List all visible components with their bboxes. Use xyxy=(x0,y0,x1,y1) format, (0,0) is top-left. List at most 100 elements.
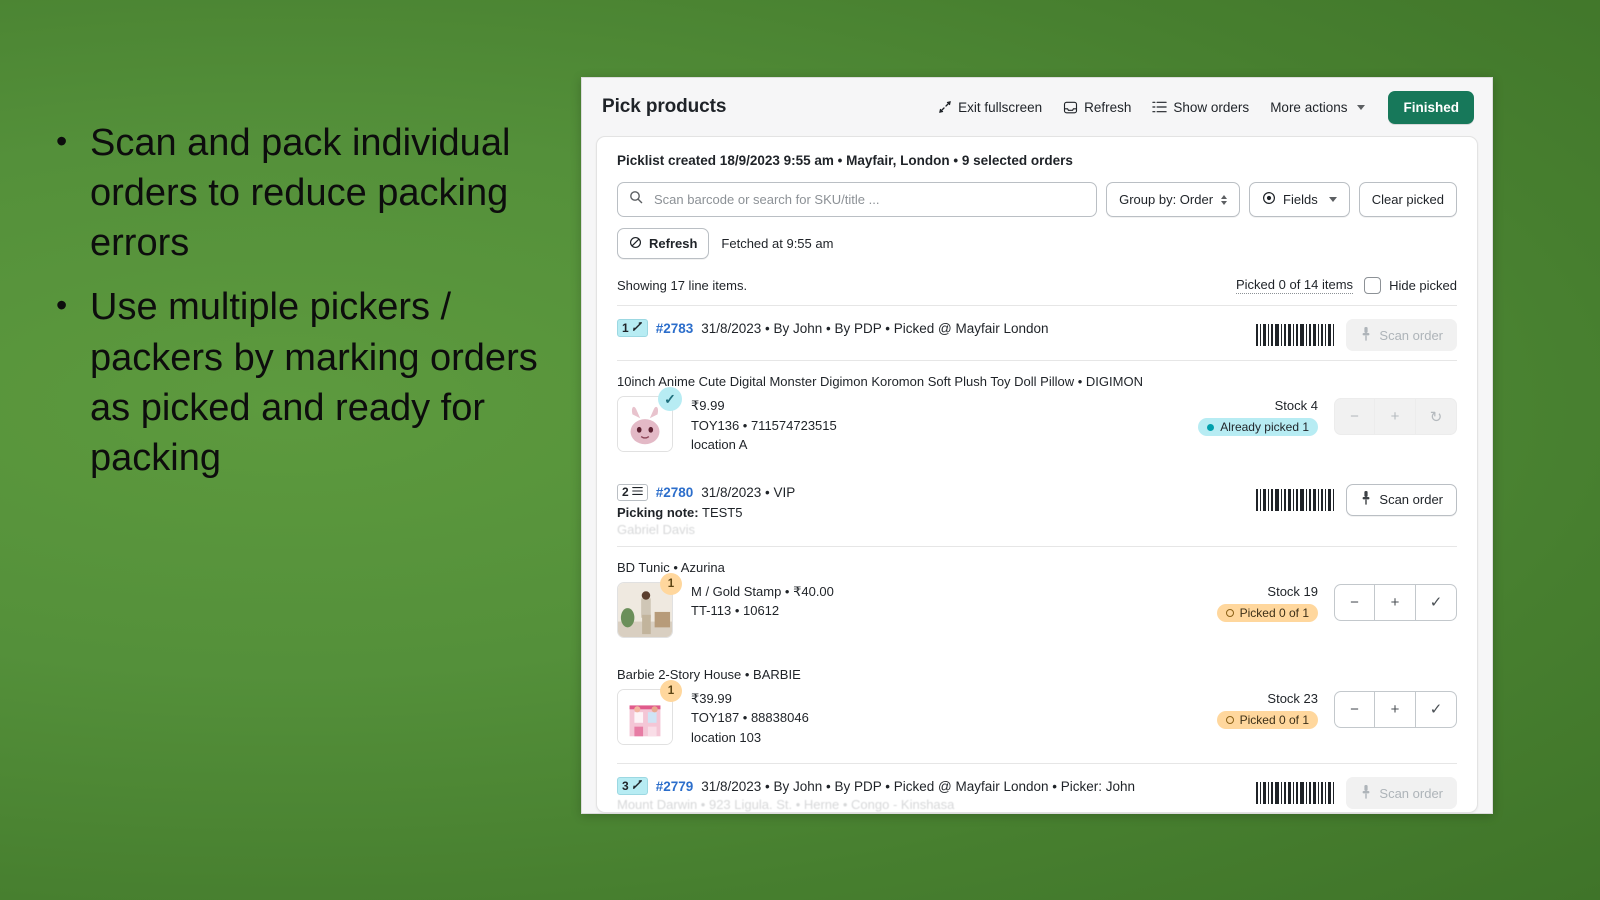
order-meta: 31/8/2023 • By John • By PDP • Picked @ … xyxy=(701,320,1049,336)
scan-order-label: Scan order xyxy=(1379,492,1443,507)
product-sku: TOY136 • 711574723515 xyxy=(691,417,837,433)
product-location: location A xyxy=(691,437,748,452)
increment-button[interactable]: + xyxy=(1375,583,1416,621)
search-input[interactable] xyxy=(652,191,1086,208)
increment-button[interactable]: + xyxy=(1375,398,1416,435)
status-badge-label: Already picked 1 xyxy=(1220,420,1309,434)
order-header-2779: 3 #2779 31/8/2023 • By John • By PDP • P… xyxy=(617,763,1457,813)
product-sku: TT-113 • 10612 xyxy=(691,603,780,619)
scanner-icon xyxy=(1360,784,1372,802)
scanner-icon xyxy=(1360,326,1372,344)
show-orders-label: Show orders xyxy=(1173,99,1250,115)
shipping-address: Mount Darwin • 923 Ligula. St. • Herne •… xyxy=(617,797,955,813)
more-actions-button[interactable]: More actions xyxy=(1268,96,1367,119)
scan-order-label: Scan order xyxy=(1379,327,1443,343)
order-header-2780: 2 #2780 31/8/2023 • VIP Picking note: TE… xyxy=(617,471,1457,547)
fetched-timestamp: Fetched at 9:55 am xyxy=(721,236,834,251)
decrement-button[interactable]: − xyxy=(1334,398,1375,435)
exit-fullscreen-button[interactable]: Exit fullscreen xyxy=(936,96,1044,119)
sort-arrows-icon xyxy=(1221,194,1228,205)
product-price: ₹39.99 xyxy=(691,690,732,706)
hide-picked-checkbox[interactable] xyxy=(1364,277,1382,294)
scan-order-button[interactable]: Scan order xyxy=(1346,483,1457,516)
group-by-label: Group by: Order xyxy=(1119,192,1214,207)
refresh-inbox-icon xyxy=(1063,100,1078,115)
picking-note-label: Picking note: xyxy=(617,504,699,520)
order-meta: 31/8/2023 • VIP xyxy=(701,484,796,500)
status-badge: Picked 0 of 1 xyxy=(1216,603,1318,622)
picklist-toolbar: Group by: Order Fields Clear picked xyxy=(617,182,1457,217)
chevron-down-icon xyxy=(1357,104,1366,110)
confirm-button[interactable]: ✓ xyxy=(1416,583,1457,621)
refresh-list-label: Refresh xyxy=(649,236,698,251)
fields-icon xyxy=(1262,191,1276,208)
hide-picked-toggle[interactable]: Hide picked xyxy=(1364,277,1457,294)
product-price: ₹9.99 xyxy=(691,398,725,413)
status-dot-icon xyxy=(1207,423,1215,431)
fields-label: Fields xyxy=(1283,192,1318,207)
reset-button[interactable]: ↻ xyxy=(1416,398,1457,435)
scan-order-button[interactable]: Scan order xyxy=(1346,319,1457,351)
status-badge-label: Picked 0 of 1 xyxy=(1239,605,1309,620)
scanner-icon xyxy=(1360,491,1372,508)
barcode-icon xyxy=(1256,324,1335,346)
product-sku: TOY187 • 88838046 xyxy=(691,710,809,726)
product-location: location 103 xyxy=(691,729,762,745)
fields-button[interactable]: Fields xyxy=(1249,182,1350,217)
stock-level: Stock 23 xyxy=(1267,690,1318,706)
quantity-stepper[interactable]: − + ↻ xyxy=(1334,398,1457,435)
more-actions-label: More actions xyxy=(1270,99,1348,115)
finished-button[interactable]: Finished xyxy=(1388,90,1474,124)
barcode-icon xyxy=(1256,488,1335,511)
product-row: 1 ₹39.99 TOY187 • 88838046 location 103 … xyxy=(617,679,1457,764)
product-title: BD Tunic • Azurina xyxy=(617,559,725,575)
customer-name: Gabriel Davis xyxy=(617,521,696,537)
bullet-glyph: • xyxy=(56,123,68,159)
refresh-label: Refresh xyxy=(1084,99,1132,115)
bullet-text: Use multiple pickers / packers by markin… xyxy=(90,286,538,479)
quantity-stepper[interactable]: − + ✓ xyxy=(1334,690,1457,728)
scan-order-button[interactable]: Scan order xyxy=(1346,777,1457,810)
show-orders-button[interactable]: Show orders xyxy=(1150,96,1251,119)
header-actions: Exit fullscreen Refresh Show orders More… xyxy=(936,90,1474,124)
product-row: 1 M / Gold Stamp • ₹40.00 TT-113 • 10612… xyxy=(617,572,1457,654)
product-price: M / Gold Stamp • ₹40.00 xyxy=(691,583,834,599)
refresh-list-button[interactable]: Refresh xyxy=(617,228,710,259)
page-title: Pick products xyxy=(602,96,727,117)
refresh-button[interactable]: Refresh xyxy=(1061,96,1133,119)
order-number[interactable]: #2779 xyxy=(656,779,694,794)
barcode-icon xyxy=(1256,782,1335,805)
bullet-glyph: • xyxy=(56,287,68,324)
count-row: Showing 17 line items. Picked 0 of 14 it… xyxy=(617,277,1457,305)
exit-fullscreen-label: Exit fullscreen xyxy=(958,99,1043,115)
confirm-button[interactable]: ✓ xyxy=(1416,690,1457,728)
group-by-select[interactable]: Group by: Order xyxy=(1106,182,1241,217)
status-badge: Picked 0 of 1 xyxy=(1216,710,1318,729)
scan-order-label: Scan order xyxy=(1379,785,1443,801)
quantity-stepper[interactable]: − + ✓ xyxy=(1334,583,1457,621)
status-dot-icon xyxy=(1225,715,1234,724)
showing-line-items: Showing 17 line items. xyxy=(617,278,748,293)
quantity-badge: 1 xyxy=(660,572,682,595)
status-badge-label: Picked 0 of 1 xyxy=(1239,712,1309,727)
pick-products-window: Pick products Exit fullscreen Refresh Sh… xyxy=(581,77,1493,814)
picklist-meta: Picklist created 18/9/2023 9:55 am • May… xyxy=(617,153,1073,168)
decrement-button[interactable]: − xyxy=(1334,583,1375,621)
product-title: 10inch Anime Cute Digital Monster Digimo… xyxy=(617,374,1143,389)
picklist-card: Picklist created 18/9/2023 9:55 am • May… xyxy=(596,136,1478,813)
decrement-button[interactable]: − xyxy=(1334,690,1375,728)
order-number[interactable]: #2783 xyxy=(656,321,694,336)
increment-button[interactable]: + xyxy=(1375,690,1416,728)
picked-count: Picked 0 of 14 items xyxy=(1236,277,1354,294)
stock-level: Stock 4 xyxy=(1274,398,1318,413)
order-sequence-badge: 3 xyxy=(617,777,648,796)
pencil-icon xyxy=(632,321,643,335)
search-field[interactable] xyxy=(617,182,1098,217)
clear-picked-button[interactable]: Clear picked xyxy=(1358,182,1457,217)
picked-check-badge: ✓ xyxy=(658,387,682,411)
status-dot-icon xyxy=(1225,608,1234,617)
order-number[interactable]: #2780 xyxy=(656,485,694,500)
search-icon xyxy=(629,190,643,209)
product-title: Barbie 2-Story House • BARBIE xyxy=(617,666,801,682)
status-badge: Already picked 1 xyxy=(1198,418,1318,436)
